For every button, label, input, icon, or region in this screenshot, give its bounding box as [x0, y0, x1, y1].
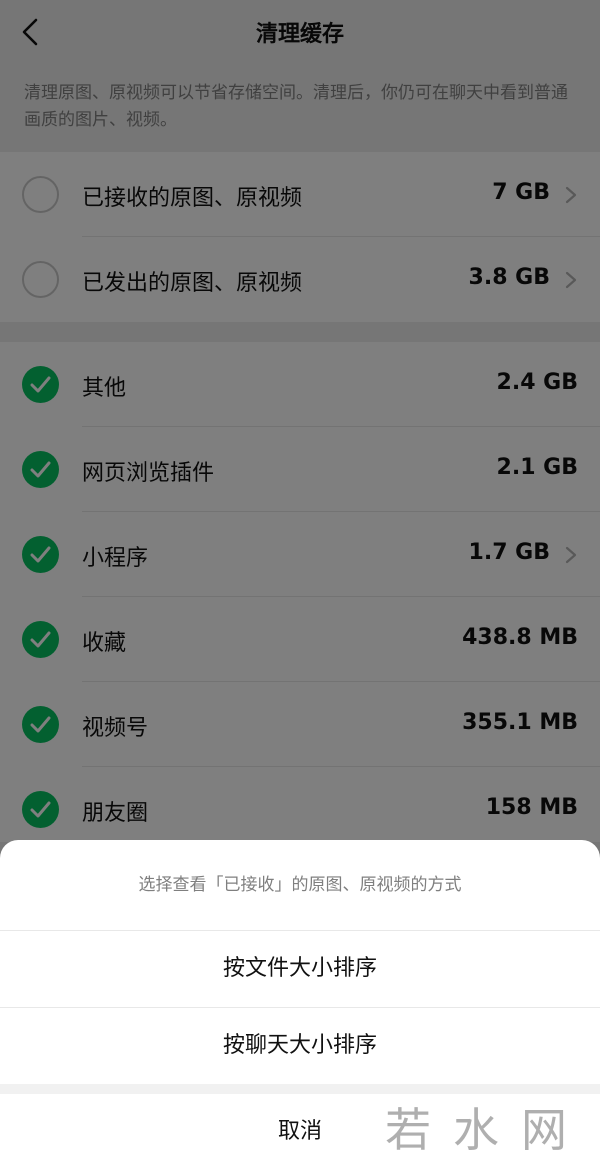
sort-by-chat-size-option[interactable]: 按聊天大小排序: [0, 1008, 600, 1084]
action-sheet: 选择查看「已接收」的原图、原视频的方式 按文件大小排序 按聊天大小排序 取消 若…: [0, 840, 600, 1167]
watermark: 若水网: [385, 1103, 589, 1157]
sheet-gap: [0, 1084, 600, 1094]
sort-by-file-size-option[interactable]: 按文件大小排序: [0, 931, 600, 1007]
action-sheet-title: 选择查看「已接收」的原图、原视频的方式: [138, 875, 462, 895]
